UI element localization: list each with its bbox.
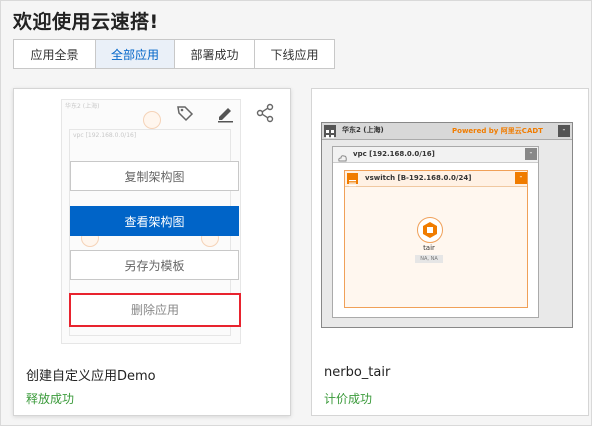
vswitch-header: vswitch [B-192.168.0.0/24] - — [345, 171, 527, 187]
region-label: 华东2 (上海) — [342, 126, 384, 134]
collapse-icon: - — [558, 125, 570, 137]
architecture-thumbnail: 华东2 (上海) vpc [192.168.0.0/16] 复制架构图 查看架构… — [61, 99, 241, 344]
collapse-icon: - — [515, 172, 527, 184]
vpc-container: vpc [192.168.0.0/16] - vswitch [B-192.16… — [332, 146, 539, 318]
powered-by-label: Powered by 阿里云CADT — [452, 127, 543, 135]
ghost-region-label: 华东2 (上海) — [65, 103, 100, 110]
edit-icon[interactable] — [215, 103, 235, 123]
vswitch-icon — [347, 173, 358, 187]
vpc-header: vpc [192.168.0.0/16] - — [333, 147, 538, 163]
tair-node-icon — [417, 217, 443, 243]
app-name[interactable]: 创建自定义应用Demo — [26, 365, 156, 384]
app-status: 计价成功 — [324, 392, 373, 406]
region-header: 华东2 (上海) Powered by 阿里云CADT - — [322, 123, 572, 140]
app-card-demo[interactable]: 华东2 (上海) vpc [192.168.0.0/16] 复制架构图 查看架构… — [13, 88, 291, 416]
app-card-nerbo-tair[interactable]: 华东2 (上海) Powered by 阿里云CADT - vpc [192.1… — [311, 88, 589, 416]
tab-overview[interactable]: 应用全景 — [13, 39, 96, 69]
architecture-thumbnail: 华东2 (上海) Powered by 阿里云CADT - vpc [192.1… — [321, 122, 573, 328]
view-architecture-button[interactable]: 查看架构图 — [70, 206, 239, 236]
ghost-node-icon — [143, 111, 161, 129]
ghost-vpc-label: vpc [192.168.0.0/16] — [73, 132, 137, 139]
tair-node-tag: NA, NA — [415, 255, 443, 263]
collapse-icon: - — [525, 148, 537, 160]
copy-architecture-button[interactable]: 复制架构图 — [70, 161, 239, 191]
vpc-label: vpc [192.168.0.0/16] — [353, 150, 435, 158]
tab-all-apps[interactable]: 全部应用 — [95, 39, 175, 69]
vswitch-label: vswitch [B-192.168.0.0/24] — [365, 174, 472, 182]
vswitch-container: vswitch [B-192.168.0.0/24] - tair NA, NA — [344, 170, 528, 308]
delete-app-button[interactable]: 删除应用 — [69, 293, 241, 327]
region-container: 华东2 (上海) Powered by 阿里云CADT - vpc [192.1… — [321, 122, 573, 328]
share-icon[interactable] — [255, 103, 275, 123]
app-name[interactable]: nerbo_tair — [324, 365, 390, 380]
tag-icon[interactable] — [175, 103, 195, 123]
tab-deployed[interactable]: 部署成功 — [174, 39, 255, 69]
region-grid-icon — [324, 125, 336, 138]
app-filter-tabs: 应用全景 全部应用 部署成功 下线应用 — [13, 39, 335, 69]
page-title: 欢迎使用云速搭! — [13, 11, 159, 33]
cloud-icon — [337, 149, 348, 168]
save-as-template-button[interactable]: 另存为模板 — [70, 250, 239, 280]
tab-offline[interactable]: 下线应用 — [254, 39, 335, 69]
app-status: 释放成功 — [26, 392, 75, 406]
tair-node-label: tair — [423, 244, 435, 252]
